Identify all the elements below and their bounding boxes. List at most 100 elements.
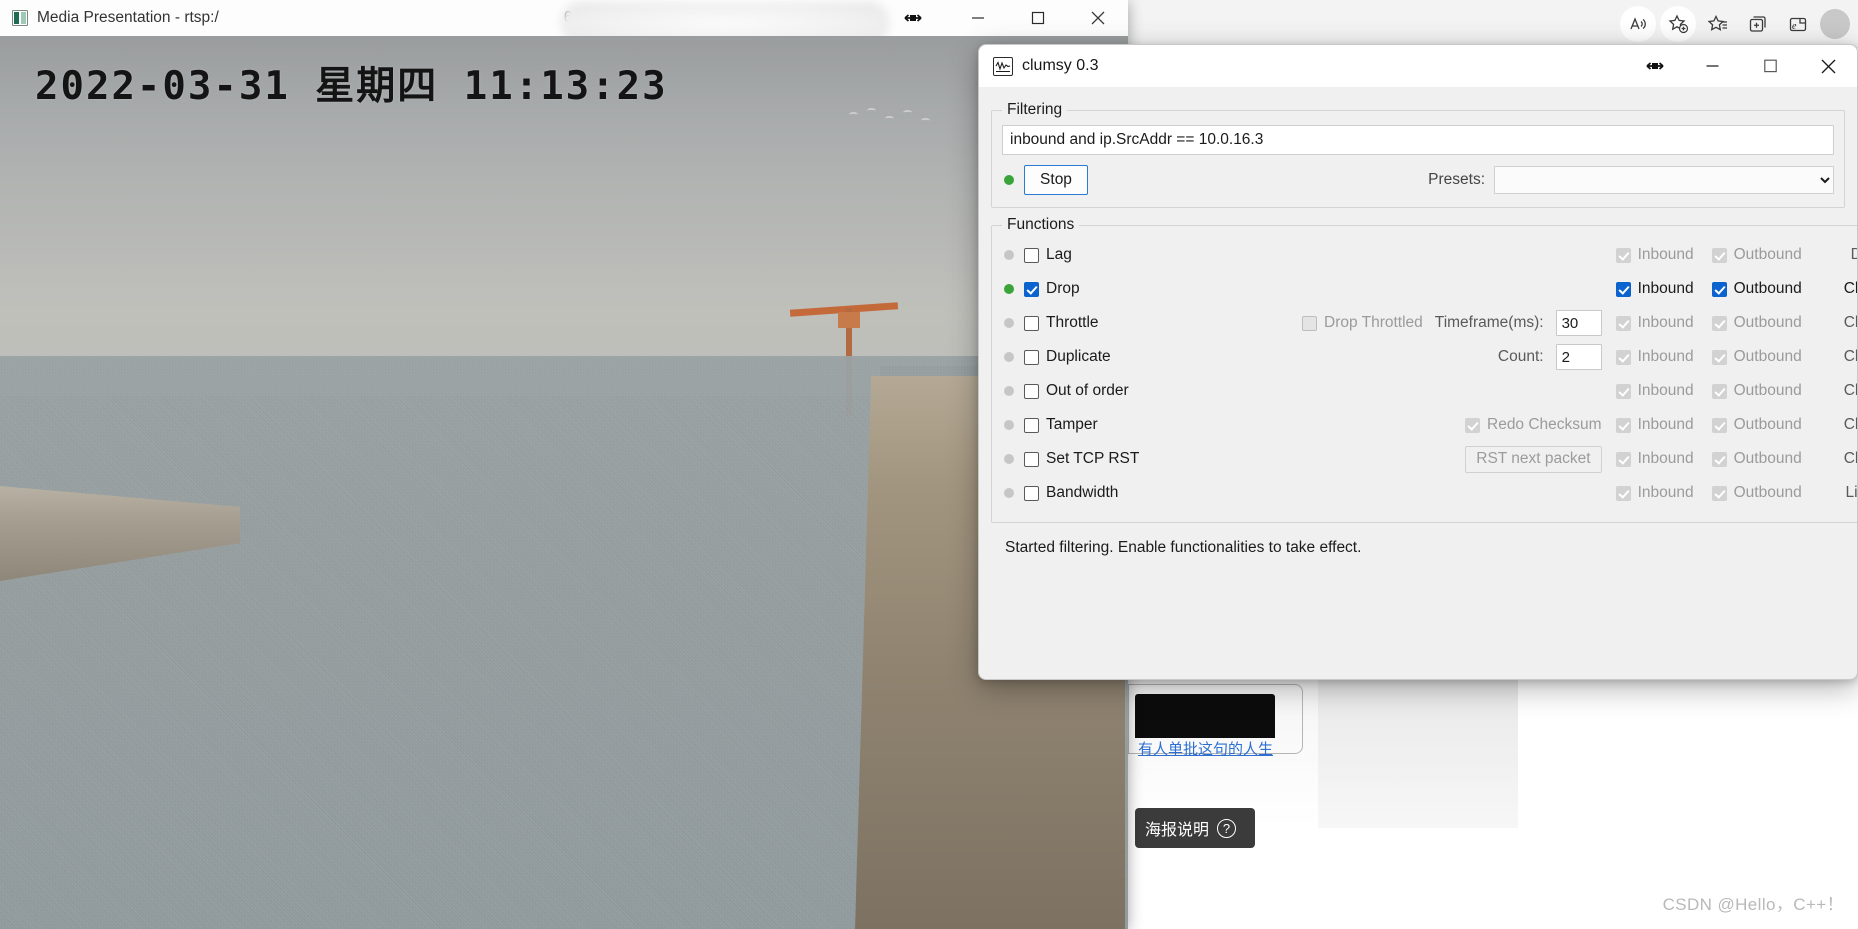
drop-label: Drop (1046, 280, 1080, 297)
lag-label: Lag (1046, 246, 1072, 263)
tamper-checkbox[interactable] (1024, 417, 1039, 433)
tamper-label: Tamper (1046, 416, 1098, 433)
throttle-label: Throttle (1046, 314, 1099, 331)
lag-checkbox[interactable] (1024, 247, 1039, 263)
function-row-out-of-order: Out of order Inbound Outbound Chance(%): (1002, 374, 1857, 408)
out-of-order-outbound-label: Outbound (1733, 382, 1802, 399)
duplicate-value-label: Chance(%): (1843, 348, 1857, 365)
duplicate-outbound-checkbox[interactable] (1711, 349, 1727, 365)
presets-select[interactable] (1494, 166, 1834, 194)
vlc-resize-handle-icon[interactable] (893, 0, 933, 36)
function-row-bandwidth: Bandwidth Inbound Outbound Limit(KB/s): (1002, 476, 1857, 510)
screen: e 有人单批这句的人生 海报说明 ? CSDN @Hello，C++！ Medi… (0, 0, 1858, 929)
duplicate-outbound-label: Outbound (1733, 348, 1802, 365)
throttle-outbound-label: Outbound (1733, 314, 1802, 331)
set-tcp-rst-label: Set TCP RST (1046, 450, 1140, 467)
lag-outbound-label: Outbound (1733, 246, 1802, 263)
clumsy-maximize-button[interactable] (1741, 45, 1799, 87)
tamper-value-label: Chance(%): (1843, 416, 1857, 433)
collections-icon[interactable] (1740, 6, 1776, 42)
bandwidth-outbound-checkbox[interactable] (1711, 485, 1727, 501)
function-row-lag: Lag Inbound Outbound Delay(ms): (1002, 238, 1857, 272)
drop-throttled-checkbox[interactable] (1302, 315, 1317, 331)
bandwidth-inbound-checkbox[interactable] (1615, 485, 1631, 501)
edge-toolbar-actions: e (1620, 4, 1850, 44)
rst-next-packet-button[interactable]: RST next packet (1465, 445, 1602, 473)
function-row-throttle: Throttle Drop Throttled Timeframe(ms): I… (1002, 306, 1857, 340)
tamper-outbound-checkbox[interactable] (1711, 417, 1727, 433)
video-surface[interactable]: 2022-03-31 星期四 11:13:23 (0, 36, 1128, 929)
clumsy-titlebar[interactable]: clumsy 0.3 (979, 45, 1857, 87)
bandwidth-checkbox[interactable] (1024, 485, 1039, 501)
favorites-icon[interactable] (1700, 6, 1736, 42)
clumsy-window: clumsy 0.3 Filtering inbound and ip.SrcA… (978, 44, 1858, 680)
redo-checksum-label: Redo Checksum (1487, 416, 1602, 433)
drop-throttled-label: Drop Throttled (1324, 314, 1423, 331)
bandwidth-label: Bandwidth (1046, 484, 1119, 501)
svg-text:e: e (1792, 21, 1797, 32)
drop-outbound-checkbox[interactable] (1711, 281, 1727, 297)
lag-inbound-label: Inbound (1637, 246, 1694, 263)
media-presentation-titlebar[interactable]: Media Presentation - rtsp:/ 64/ch1/sub/a… (0, 0, 1128, 44)
drop-outbound-label: Outbound (1733, 280, 1802, 297)
bandwidth-status-dot (1004, 488, 1014, 498)
title-prefix: Media Presentation - rtsp:/ (37, 9, 219, 26)
tamper-status-dot (1004, 420, 1014, 430)
lag-inbound-checkbox[interactable] (1615, 247, 1631, 263)
out-of-order-inbound-checkbox[interactable] (1615, 383, 1631, 399)
media-presentation-window: Media Presentation - rtsp:/ 64/ch1/sub/a… (0, 0, 1128, 929)
help-circle-icon[interactable]: ? (1217, 818, 1237, 838)
duplicate-count-label: Count: (1497, 348, 1544, 365)
vlc-close-button[interactable] (1068, 0, 1128, 36)
vlc-minimize-button[interactable] (948, 0, 1008, 36)
filtering-group: Filtering Stop Presets: (991, 101, 1845, 208)
set-tcp-rst-status-dot (1004, 454, 1014, 464)
drop-inbound-checkbox[interactable] (1615, 281, 1631, 297)
tamper-outbound-label: Outbound (1733, 416, 1802, 433)
clumsy-app-icon (993, 56, 1013, 76)
set-tcp-rst-outbound-checkbox[interactable] (1711, 451, 1727, 467)
filter-input[interactable] (1002, 125, 1834, 155)
poster-help-chip[interactable]: 海报说明 ? (1135, 808, 1255, 848)
function-row-duplicate: Duplicate Count: Inbound Outbound Chance… (1002, 340, 1857, 374)
birds-decoration (845, 106, 955, 136)
set-tcp-rst-value-label: Chance(%): (1843, 450, 1857, 467)
out-of-order-inbound-label: Inbound (1637, 382, 1694, 399)
profile-avatar[interactable] (1820, 9, 1850, 39)
set-tcp-rst-inbound-checkbox[interactable] (1615, 451, 1631, 467)
throttle-timeframe-label: Timeframe(ms): (1434, 314, 1544, 331)
drop-status-dot (1004, 284, 1014, 294)
duplicate-count-input[interactable] (1555, 344, 1602, 370)
throttle-timeframe-input[interactable] (1555, 310, 1602, 336)
throttle-checkbox[interactable] (1024, 315, 1039, 331)
lag-value-label: Delay(ms): (1851, 246, 1857, 264)
throttle-inbound-checkbox[interactable] (1615, 315, 1631, 331)
function-row-set-tcp-rst: Set TCP RST RST next packet Inbound Outb… (1002, 442, 1857, 476)
out-of-order-checkbox[interactable] (1024, 383, 1039, 399)
duplicate-inbound-checkbox[interactable] (1615, 349, 1631, 365)
bandwidth-outbound-label: Outbound (1733, 484, 1802, 501)
start-stop-button[interactable]: Stop (1024, 165, 1088, 195)
functions-legend: Functions (1007, 216, 1075, 233)
set-tcp-rst-outbound-label: Outbound (1733, 450, 1802, 467)
clumsy-minimize-button[interactable] (1683, 45, 1741, 87)
vlc-maximize-button[interactable] (1008, 0, 1068, 36)
throttle-outbound-checkbox[interactable] (1711, 315, 1727, 331)
function-row-drop: Drop Inbound Outbound Chance(%): (1002, 272, 1857, 306)
tamper-inbound-checkbox[interactable] (1615, 417, 1631, 433)
clumsy-resize-handle-icon[interactable] (1627, 45, 1683, 87)
set-tcp-rst-checkbox[interactable] (1024, 451, 1039, 467)
clumsy-close-button[interactable] (1799, 45, 1857, 87)
duplicate-checkbox[interactable] (1024, 349, 1039, 365)
duplicate-inbound-label: Inbound (1637, 348, 1694, 365)
redo-checksum-checkbox[interactable] (1465, 417, 1480, 433)
add-favorite-icon[interactable] (1660, 6, 1696, 42)
page-link[interactable]: 有人单批这句的人生 (1138, 738, 1298, 759)
read-aloud-icon[interactable] (1620, 6, 1656, 42)
throttle-value-label: Chance(%): (1843, 314, 1857, 331)
lag-outbound-checkbox[interactable] (1711, 247, 1727, 263)
lag-status-dot (1004, 250, 1014, 260)
out-of-order-outbound-checkbox[interactable] (1711, 383, 1727, 399)
ie-mode-icon[interactable]: e (1780, 6, 1816, 42)
drop-checkbox[interactable] (1024, 281, 1039, 297)
